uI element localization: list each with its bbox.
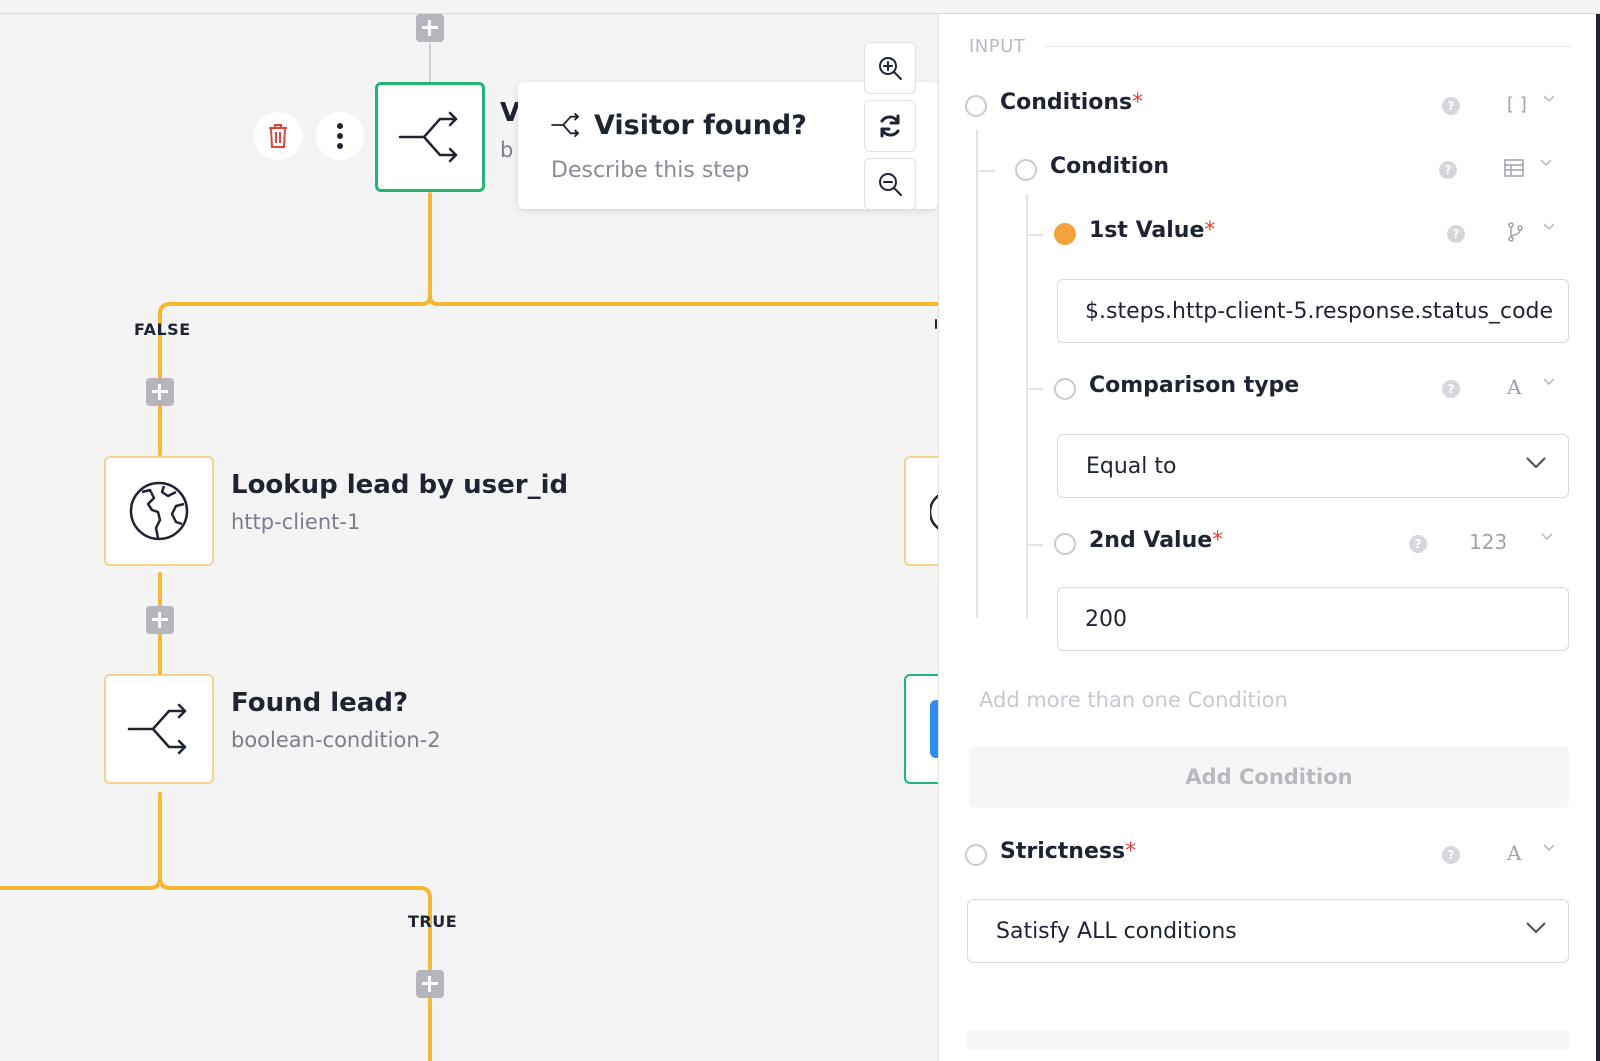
strictness-type-selector[interactable]: A — [1499, 833, 1563, 873]
add-condition-button[interactable]: Add Condition — [969, 746, 1569, 808]
app-icon — [930, 700, 938, 758]
branch-icon — [127, 703, 187, 755]
reset-view-button[interactable] — [864, 100, 916, 152]
comparison-type-select[interactable]: Equal to — [1057, 434, 1569, 498]
selected-value: Satisfy ALL conditions — [996, 918, 1237, 944]
first-value-type-selector[interactable] — [1499, 212, 1563, 252]
comparison-type-label: Comparison type — [1089, 373, 1300, 398]
second-value-input[interactable]: 200 — [1057, 587, 1569, 651]
first-value-label: 1st Value* — [1089, 218, 1216, 243]
chevron-down-icon — [1543, 223, 1555, 231]
branch-icon — [398, 111, 458, 163]
strictness-select[interactable]: Satisfy ALL conditions — [967, 899, 1569, 963]
chevron-down-icon — [1526, 457, 1546, 469]
condition-radio[interactable] — [1015, 159, 1037, 181]
add-step-button[interactable] — [146, 378, 174, 406]
condition-type-selector[interactable] — [1496, 148, 1560, 188]
add-step-button[interactable] — [146, 606, 174, 634]
zoom-out-icon — [879, 173, 902, 196]
globe-icon — [930, 494, 938, 530]
tree-connector — [1027, 234, 1043, 236]
divider — [1045, 46, 1571, 47]
delete-step-button[interactable] — [254, 112, 302, 160]
partial-node[interactable] — [904, 674, 938, 784]
second-value-label: 2nd Value* — [1089, 528, 1224, 553]
git-branch-icon — [1508, 222, 1523, 242]
chevron-down-icon — [1543, 95, 1555, 103]
branch-icon — [551, 113, 579, 137]
app-window: V b Visitor found? Describe this step FA… — [0, 0, 1600, 1061]
input-panel: INPUT Conditions* ? [ ] Condition ? 1st … — [938, 14, 1600, 1061]
comparison-type-radio[interactable] — [1054, 378, 1076, 400]
required-marker: * — [1125, 839, 1137, 864]
number-type-icon: 123 — [1469, 530, 1508, 554]
condition-label: Condition — [1050, 154, 1170, 179]
text-type-icon: A — [1507, 375, 1522, 399]
selected-condition-node[interactable] — [375, 82, 485, 192]
help-icon[interactable]: ? — [1447, 225, 1465, 243]
tree-connector — [976, 130, 978, 618]
branch-false-label: FALSE — [134, 320, 191, 339]
first-value-input[interactable]: $.steps.http-client-5.response.status_co… — [1057, 279, 1569, 343]
zoom-in-button[interactable] — [864, 42, 916, 94]
node-title: Found lead? — [231, 688, 409, 718]
chevron-down-icon — [1526, 922, 1546, 934]
chevron-down-icon — [1543, 844, 1555, 852]
selected-value: Equal to — [1086, 453, 1177, 479]
conditions-type-selector[interactable]: [ ] — [1499, 84, 1563, 124]
trash-icon — [269, 124, 287, 148]
zoom-in-icon — [879, 57, 902, 80]
zoom-out-button[interactable] — [864, 158, 916, 210]
array-type-icon: [ ] — [1507, 93, 1527, 115]
help-icon[interactable]: ? — [1442, 97, 1460, 115]
conditions-label: Conditions* — [1000, 90, 1144, 115]
refresh-icon — [880, 114, 900, 138]
tree-connector — [1027, 388, 1043, 390]
flow-canvas[interactable]: V b Visitor found? Describe this step FA… — [0, 14, 938, 1061]
more-vertical-icon — [337, 123, 343, 149]
add-step-button[interactable] — [416, 14, 444, 42]
help-icon[interactable]: ? — [1442, 846, 1460, 864]
tree-connector — [1026, 194, 1028, 618]
window-scrollbar[interactable] — [1596, 14, 1600, 1061]
chevron-down-icon — [1540, 159, 1552, 167]
add-condition-hint: Add more than one Condition — [979, 688, 1288, 712]
chevron-down-icon — [1543, 378, 1555, 386]
step-description-input[interactable]: Describe this step — [551, 158, 749, 183]
more-options-button[interactable] — [316, 112, 364, 160]
second-value-type-selector[interactable]: 123 — [1461, 522, 1561, 562]
tree-connector — [977, 170, 995, 172]
strictness-radio[interactable] — [965, 844, 987, 866]
next-field-stub — [967, 1030, 1569, 1050]
node-subtitle: http-client-1 — [231, 510, 361, 534]
first-value-radio[interactable] — [1054, 223, 1076, 245]
comparison-type-selector[interactable]: A — [1499, 367, 1563, 407]
selected-node-subtitle: b — [500, 138, 514, 162]
boolean-condition-node[interactable] — [104, 674, 214, 784]
chevron-down-icon — [1541, 533, 1553, 541]
required-marker: * — [1212, 528, 1224, 553]
strictness-label: Strictness* — [1000, 839, 1137, 864]
node-title: Lookup lead by user_id — [231, 470, 569, 500]
http-client-node[interactable] — [104, 456, 214, 566]
node-subtitle: boolean-condition-2 — [231, 728, 441, 752]
second-value-radio[interactable] — [1054, 533, 1076, 555]
add-step-button[interactable] — [416, 970, 444, 998]
text-type-icon: A — [1507, 841, 1522, 865]
table-icon — [1504, 159, 1524, 177]
globe-icon — [129, 481, 189, 541]
section-label: INPUT — [969, 36, 1026, 57]
tree-connector — [1027, 544, 1043, 546]
required-marker: * — [1204, 218, 1216, 243]
partial-node[interactable] — [904, 456, 938, 566]
help-icon[interactable]: ? — [1442, 380, 1460, 398]
step-title[interactable]: Visitor found? — [594, 110, 807, 141]
required-marker: * — [1132, 90, 1144, 115]
help-icon[interactable]: ? — [1409, 535, 1427, 553]
top-edge — [0, 0, 1600, 14]
help-icon[interactable]: ? — [1439, 161, 1457, 179]
branch-true-label: TRUE — [408, 912, 458, 931]
conditions-radio[interactable] — [965, 95, 987, 117]
